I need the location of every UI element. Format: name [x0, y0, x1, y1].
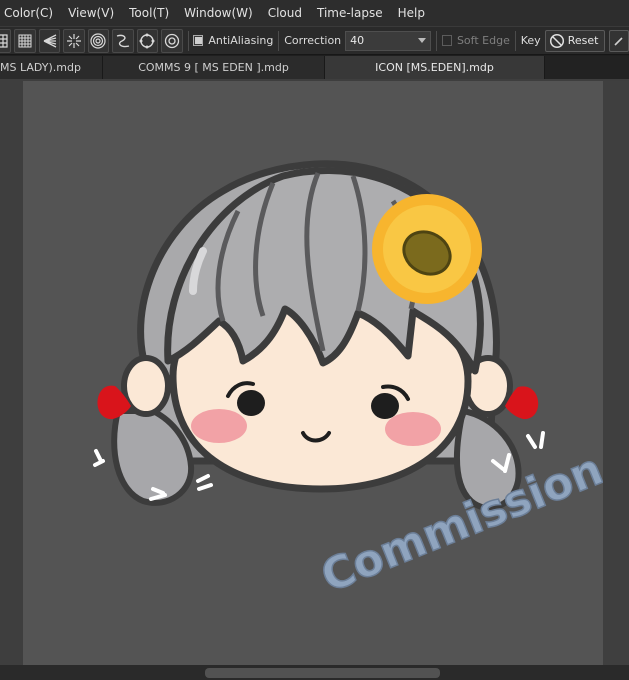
tab-icon-ms-eden[interactable]: ICON [MS.EDEN].mdp	[325, 56, 545, 79]
scrollbar-thumb[interactable]	[205, 668, 440, 678]
dense-grid-snap-button[interactable]	[14, 28, 36, 53]
snap-toolbar: AntiAliasing Correction 40 Soft Edge Key…	[0, 26, 629, 55]
drawing-canvas[interactable]: Commission	[23, 81, 603, 665]
radial-snap-button[interactable]	[63, 28, 85, 53]
antialiasing-checkbox[interactable]	[193, 35, 204, 46]
toolbar-divider	[514, 30, 516, 51]
canvas-right-edge	[603, 81, 629, 665]
menu-cloud[interactable]: Cloud	[262, 6, 311, 20]
menu-tool[interactable]: Tool(T)	[123, 6, 178, 20]
document-tabs: MS LADY).mdp COMMS 9 [ MS EDEN ].mdp ICO…	[0, 56, 629, 79]
chevron-down-icon	[418, 38, 427, 43]
pen-icon	[614, 36, 623, 46]
prohibit-icon	[549, 33, 564, 48]
perspective-icon	[43, 33, 56, 48]
tab-label: MS LADY).mdp	[0, 61, 81, 74]
dense-grid-icon	[18, 34, 32, 47]
correction-value: 40	[350, 34, 365, 47]
right-blush	[385, 412, 441, 446]
extra-tool-button[interactable]	[609, 29, 629, 52]
antialiasing-label: AntiAliasing	[208, 34, 274, 47]
circle-snap-button[interactable]	[136, 28, 159, 53]
soft-edge-checkbox[interactable]	[442, 35, 452, 46]
reset-button[interactable]: Reset	[544, 29, 606, 52]
menu-help[interactable]: Help	[392, 6, 434, 20]
horizontal-scrollbar[interactable]	[0, 665, 629, 680]
sunflower	[372, 194, 482, 304]
circle-snap-icon	[139, 33, 155, 48]
perspective-snap-button[interactable]	[38, 28, 61, 53]
ellipse-snap-icon	[164, 33, 179, 48]
grid-snap-button[interactable]	[0, 28, 12, 53]
menu-time-lapse[interactable]: Time-lapse	[311, 6, 392, 20]
soft-edge-label: Soft Edge	[456, 34, 510, 47]
ellipse-snap-button[interactable]	[161, 28, 183, 53]
menu-color[interactable]: Color(C)	[0, 6, 62, 20]
radial-lines-icon	[67, 33, 82, 48]
grid-icon	[0, 33, 8, 48]
concentric-snap-button[interactable]	[87, 28, 110, 53]
tab-strip-empty	[545, 56, 629, 79]
concentric-circles-icon	[90, 32, 107, 49]
tab-ms-lady[interactable]: MS LADY).mdp	[0, 56, 103, 79]
menu-view[interactable]: View(V)	[62, 6, 123, 20]
curve-snap-button[interactable]	[112, 28, 134, 53]
menu-window[interactable]: Window(W)	[178, 6, 262, 20]
correction-select[interactable]: 40	[345, 30, 432, 51]
right-eye	[371, 393, 399, 419]
toolbar-divider	[278, 30, 280, 51]
reset-label: Reset	[567, 34, 599, 47]
tab-comms-9[interactable]: COMMS 9 [ MS EDEN ].mdp	[103, 56, 325, 79]
tab-label: COMMS 9 [ MS EDEN ].mdp	[138, 61, 289, 74]
menu-bar: Color(C) View(V) Tool(T) Window(W) Cloud…	[0, 0, 629, 26]
toolbar-divider	[187, 30, 189, 51]
tab-label: ICON [MS.EDEN].mdp	[375, 61, 494, 74]
key-label: Key	[520, 34, 541, 47]
left-eye	[237, 390, 265, 416]
left-blush	[191, 409, 247, 443]
chibi-girl-artwork: Commission	[93, 160, 603, 604]
curve-snap-icon	[116, 34, 130, 47]
correction-label: Correction	[284, 34, 342, 47]
workspace: Commission	[0, 79, 629, 680]
toolbar-divider	[436, 30, 437, 51]
